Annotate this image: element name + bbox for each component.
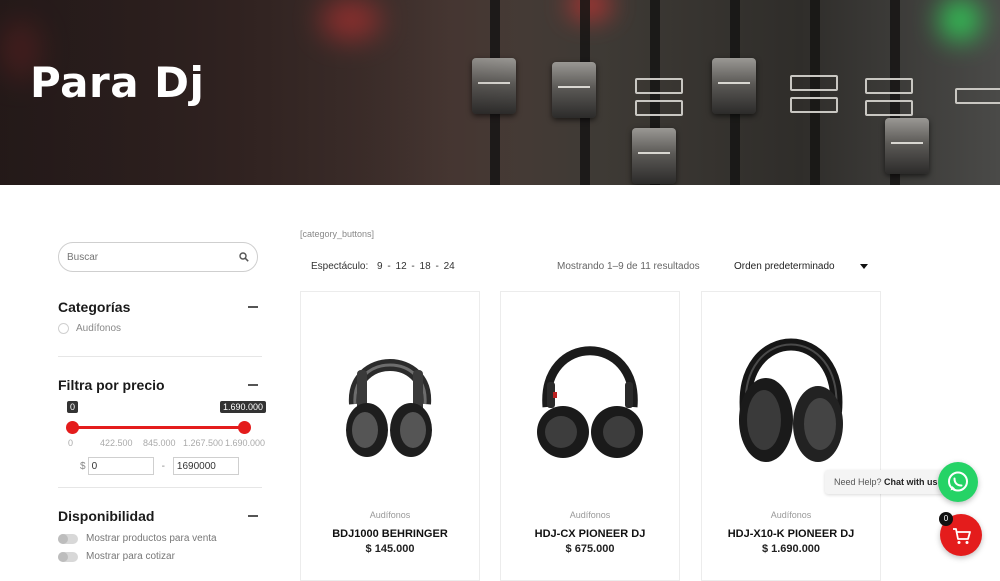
fader-knob <box>552 62 596 118</box>
min-handle[interactable] <box>66 421 79 434</box>
caret-down-icon[interactable] <box>860 264 868 269</box>
page-title: Para Dj <box>30 58 205 107</box>
currency-symbol: $ <box>80 460 86 472</box>
product-card[interactable]: Audífonos HDJ-CX PIONEER DJ $ 675.000 <box>500 291 680 581</box>
availability-title: Disponibilidad <box>58 508 155 524</box>
orderby-select[interactable]: Orden predeterminado <box>734 261 835 272</box>
collapse-icon[interactable] <box>248 384 258 386</box>
toggle-switch[interactable] <box>58 551 78 562</box>
tick-label: 1.690.000 <box>225 438 266 448</box>
availability-label: Mostrar productos para venta <box>86 533 217 544</box>
search-input[interactable] <box>67 243 227 271</box>
per-page-selector: Espectáculo: 9 - 12 - 18 - 24 <box>311 261 455 272</box>
availability-label: Mostrar para cotizar <box>86 551 175 562</box>
search-box[interactable] <box>58 242 258 272</box>
product-category[interactable]: Audífonos <box>301 510 479 520</box>
divider <box>58 356 262 357</box>
help-text: Need Help? <box>834 477 882 487</box>
mixer-button <box>635 78 683 94</box>
availability-section: Disponibilidad Mostrar productos para ve… <box>58 508 262 562</box>
max-price-input[interactable] <box>172 457 239 475</box>
categories-section: Categorías Audífonos <box>58 299 262 334</box>
fader-track <box>810 0 820 185</box>
mixer-button <box>790 75 838 91</box>
price-slider[interactable]: 0 1.690.000 0 422.500 845.000 1.267.500 … <box>58 399 267 479</box>
tick-label: 1.267.500 <box>183 438 224 448</box>
radio-button[interactable] <box>58 323 69 334</box>
product-category[interactable]: Audífonos <box>702 510 880 520</box>
category-option[interactable]: Audífonos <box>58 323 262 334</box>
toggle-switch[interactable] <box>58 533 78 544</box>
product-card[interactable]: Audífonos HDJ-X10-K PIONEER DJ $ 1.690.0… <box>701 291 881 581</box>
per-page-option[interactable]: 12 <box>396 261 407 272</box>
product-price: $ 675.000 <box>565 543 615 555</box>
result-count: Mostrando 1–9 de 11 resultados <box>557 261 700 272</box>
product-card[interactable]: Audífonos BDJ1000 BEHRINGER $ 145.000 <box>300 291 480 581</box>
price-filter-section: Filtra por precio 0 1.690.000 0 422.500 … <box>58 377 267 479</box>
tick-label: 422.500 <box>100 438 133 448</box>
cart-count-badge: 0 <box>939 512 953 526</box>
categories-title: Categorías <box>58 299 131 315</box>
max-handle[interactable] <box>238 421 251 434</box>
headphones-image[interactable] <box>301 312 479 482</box>
product-price: $ 145.000 <box>365 543 415 555</box>
divider <box>58 487 262 488</box>
product-name[interactable]: HDJ-X10-K PIONEER DJ <box>702 528 880 540</box>
tick-label: 845.000 <box>143 438 176 448</box>
whatsapp-icon <box>948 471 968 492</box>
mixer-button <box>865 100 913 116</box>
whatsapp-button[interactable] <box>938 462 978 502</box>
fader-knob <box>712 58 756 114</box>
price-inputs: $ - <box>80 457 239 475</box>
product-name[interactable]: BDJ1000 BEHRINGER <box>301 528 479 540</box>
per-page-label: Espectáculo: <box>311 261 369 272</box>
headphones-image[interactable] <box>501 312 679 482</box>
product-name[interactable]: HDJ-CX PIONEER DJ <box>501 528 679 540</box>
tick-label: 0 <box>68 438 74 448</box>
product-price: $ 1.690.000 <box>761 543 821 555</box>
max-price-tooltip: 1.690.000 <box>220 401 267 413</box>
fader-knob <box>885 118 929 174</box>
sidebar: Categorías Audífonos Filtra por precio 0… <box>58 242 267 562</box>
collapse-icon[interactable] <box>248 306 258 308</box>
background-light <box>940 0 980 40</box>
slider-range <box>72 426 244 429</box>
min-price-input[interactable] <box>87 457 154 475</box>
availability-option[interactable]: Mostrar para cotizar <box>58 551 262 562</box>
range-separator: - <box>161 460 165 472</box>
mixer-button <box>635 100 683 116</box>
chat-help-bubble[interactable]: Need Help? Chat with us <box>825 470 947 494</box>
availability-option[interactable]: Mostrar productos para venta <box>58 533 262 544</box>
mixer-button <box>955 88 1000 104</box>
product-category[interactable]: Audífonos <box>501 510 679 520</box>
background-light <box>570 0 610 16</box>
collapse-icon[interactable] <box>248 515 258 517</box>
price-filter-title: Filtra por precio <box>58 377 165 393</box>
search-icon[interactable] <box>239 252 249 262</box>
per-page-option[interactable]: 9 <box>377 261 383 272</box>
fader-knob <box>632 128 676 184</box>
hero-banner: Para Dj <box>0 0 1000 185</box>
min-price-tooltip: 0 <box>67 401 79 413</box>
per-page-option[interactable]: 18 <box>420 261 431 272</box>
category-label: Audífonos <box>76 323 122 334</box>
mixer-button <box>790 97 838 113</box>
mixer-button <box>865 78 913 94</box>
shortcode-text: [category_buttons] <box>300 229 375 239</box>
headphones-image[interactable] <box>702 312 880 482</box>
per-page-option[interactable]: 24 <box>444 261 455 272</box>
help-bold-text: Chat with us <box>884 477 938 487</box>
